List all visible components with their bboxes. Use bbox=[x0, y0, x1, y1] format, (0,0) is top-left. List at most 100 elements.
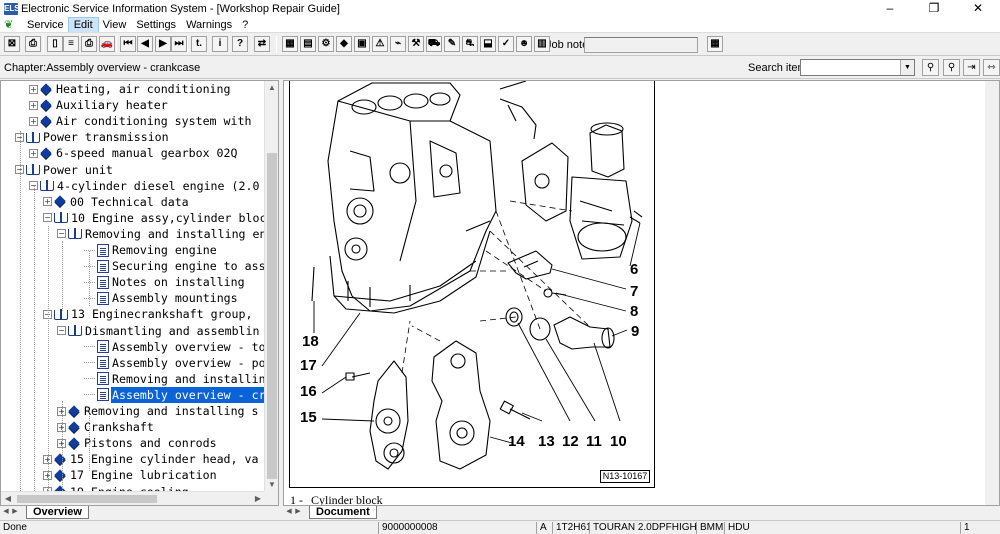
tree-guide-line bbox=[34, 186, 35, 491]
document-icon bbox=[97, 291, 109, 305]
tree-item[interactable]: +00 Technical data bbox=[43, 194, 190, 210]
vehicle-icon[interactable]: ⛟ bbox=[426, 36, 442, 52]
tree-item[interactable]: + Air conditioning system with bbox=[29, 113, 252, 129]
tree-item[interactable]: +17 Engine lubrication bbox=[43, 467, 218, 483]
menu-item-settings[interactable]: Settings bbox=[131, 18, 181, 32]
tree-item[interactable]: Securing engine to asse bbox=[84, 258, 265, 274]
tree-item[interactable]: − Dismantling and assemblin bbox=[57, 323, 261, 339]
warning-icon[interactable]: ⚠ bbox=[372, 36, 388, 52]
search-next-icon[interactable]: ⚲ bbox=[922, 59, 939, 76]
search-all-icon[interactable]: ⚲ bbox=[943, 59, 960, 76]
workshop-icon[interactable]: ▦ bbox=[282, 36, 298, 52]
tree-item[interactable]: +6-speed manual gearbox 02Q bbox=[29, 145, 238, 161]
tree-item[interactable]: Notes on installing bbox=[84, 274, 246, 290]
scroll-thumb[interactable] bbox=[267, 153, 277, 479]
last-icon[interactable]: ⏭ bbox=[171, 36, 187, 52]
menu-item-edit[interactable]: Edit bbox=[67, 17, 99, 33]
link-icon[interactable]: ⇿ bbox=[983, 59, 1000, 76]
reference-icon[interactable]: ▥ bbox=[534, 36, 550, 52]
info-icon[interactable]: i bbox=[212, 36, 228, 52]
document-vertical-scrollbar[interactable] bbox=[985, 81, 999, 505]
collapse-icon[interactable]: − bbox=[57, 229, 66, 239]
tab-scroll-right-icon[interactable]: ▶ bbox=[294, 506, 302, 518]
tree-item[interactable]: − Removing and installing en bbox=[57, 226, 265, 242]
up-level-icon[interactable]: t. bbox=[191, 36, 207, 52]
tab-scroll-left-icon[interactable]: ◀ bbox=[2, 506, 10, 518]
scroll-thumb[interactable] bbox=[987, 95, 997, 493]
tree-item[interactable]: − 10 Engine assy,cylinder bloc bbox=[43, 210, 265, 226]
tree-horizontal-scrollbar[interactable]: ◀ ▶ bbox=[1, 491, 265, 505]
minimize-button[interactable]: – bbox=[868, 0, 912, 18]
menu-item-view[interactable]: View bbox=[98, 18, 132, 32]
tree-item-label: Removing and installing bbox=[112, 371, 265, 386]
new-document-icon[interactable]: ▯ bbox=[47, 36, 63, 52]
expand-icon[interactable]: + bbox=[29, 84, 38, 94]
printer-icon[interactable]: ⎙ bbox=[81, 36, 97, 52]
parts-icon[interactable]: ⚙ bbox=[318, 36, 334, 52]
menu-item-warnings[interactable]: Warnings bbox=[181, 18, 237, 32]
exit-icon[interactable]: ⊠ bbox=[4, 36, 20, 52]
tree-item[interactable]: + Pistons and conrods bbox=[57, 435, 218, 451]
tree-item[interactable]: − Power transmission bbox=[15, 129, 170, 145]
goto-icon[interactable]: ⇥ bbox=[963, 59, 980, 76]
help-icon[interactable]: ? bbox=[232, 36, 248, 52]
previous-icon[interactable]: ◀ bbox=[137, 36, 153, 52]
tree-item[interactable]: Assembly overview - pol bbox=[84, 355, 265, 371]
tree-item[interactable]: Assembly overview - toc bbox=[84, 339, 265, 355]
car-icon[interactable]: 🚗 bbox=[99, 36, 115, 52]
tree-item[interactable]: Removing and installing bbox=[84, 371, 265, 387]
scroll-right-icon[interactable]: ▶ bbox=[251, 492, 265, 505]
expand-icon[interactable]: + bbox=[43, 197, 52, 207]
tree-item[interactable]: −13 Enginecrankshaft group, bbox=[43, 306, 253, 322]
next-icon[interactable]: ▶ bbox=[155, 36, 171, 52]
schedule-icon[interactable]: ▣ bbox=[354, 36, 370, 52]
tree-item[interactable]: − Power unit bbox=[15, 162, 114, 178]
tab-scroll-right-icon[interactable]: ▶ bbox=[11, 506, 19, 518]
tree-item[interactable]: + Heating, air conditioning bbox=[29, 81, 232, 97]
print-icon[interactable]: ⎙ bbox=[25, 36, 41, 52]
expand-icon[interactable]: + bbox=[29, 116, 38, 126]
tree-item[interactable]: +15 Engine cylinder head, va bbox=[43, 451, 259, 467]
tab-overview[interactable]: Overview bbox=[26, 506, 89, 519]
tree-item[interactable]: + Crankshaft bbox=[57, 419, 155, 435]
scroll-down-icon[interactable]: ▼ bbox=[265, 478, 278, 492]
tree-vertical-scrollbar[interactable]: ▲ ▼ bbox=[264, 81, 278, 492]
scroll-thumb[interactable] bbox=[17, 495, 157, 503]
tree-item[interactable]: Assembly mountings bbox=[84, 290, 239, 306]
wiring-icon[interactable]: ⌁ bbox=[390, 36, 406, 52]
menu-item-help[interactable]: ? bbox=[237, 18, 253, 32]
swap-icon[interactable]: ⇄ bbox=[254, 36, 270, 52]
scroll-left-icon[interactable]: ◀ bbox=[1, 492, 15, 505]
restore-button[interactable]: ❐ bbox=[912, 0, 956, 18]
manual-icon[interactable]: ◆ bbox=[336, 36, 352, 52]
catalog-icon[interactable]: ▤ bbox=[300, 36, 316, 52]
first-icon[interactable]: ⏮ bbox=[120, 36, 136, 52]
collapse-icon[interactable]: − bbox=[43, 213, 52, 223]
tree-item[interactable]: + Removing and installing s bbox=[57, 403, 260, 419]
tab-scroll-left-icon[interactable]: ◀ bbox=[285, 506, 293, 518]
collapse-icon[interactable]: − bbox=[57, 326, 66, 335]
list-icon[interactable]: ≡ bbox=[63, 36, 79, 52]
close-button[interactable]: ✕ bbox=[956, 0, 1000, 18]
chevron-down-icon[interactable]: ▼ bbox=[900, 60, 914, 75]
data-icon[interactable]: ⬓ bbox=[480, 36, 496, 52]
tree-item[interactable]: −4-cylinder diesel engine (2.0 bbox=[29, 178, 260, 194]
tools-icon[interactable]: ⚒ bbox=[408, 36, 424, 52]
expand-icon[interactable]: + bbox=[29, 148, 38, 158]
tree-item[interactable]: + Auxiliary heater bbox=[29, 97, 169, 113]
search-input[interactable]: ▼ bbox=[800, 59, 915, 76]
tab-document[interactable]: Document bbox=[309, 506, 377, 519]
tree-guide-line bbox=[20, 131, 21, 491]
tree-item[interactable]: Removing engine bbox=[84, 242, 218, 258]
expand-icon[interactable]: + bbox=[29, 100, 38, 110]
car-service-icon[interactable]: ⛐ bbox=[462, 36, 478, 52]
check-icon[interactable]: ✓ bbox=[498, 36, 514, 52]
menu-item-service[interactable]: Service bbox=[22, 18, 69, 32]
notepad-icon[interactable]: ▦ bbox=[707, 36, 723, 52]
legend-text[interactable]: Cylinder block bbox=[311, 493, 383, 505]
tips-icon[interactable]: ☻ bbox=[516, 36, 532, 52]
job-note-field[interactable] bbox=[584, 37, 698, 53]
edit-icon[interactable]: ✎ bbox=[444, 36, 460, 52]
scroll-up-icon[interactable]: ▲ bbox=[265, 81, 278, 95]
tree-item[interactable]: Assembly overview - cra bbox=[84, 385, 265, 404]
